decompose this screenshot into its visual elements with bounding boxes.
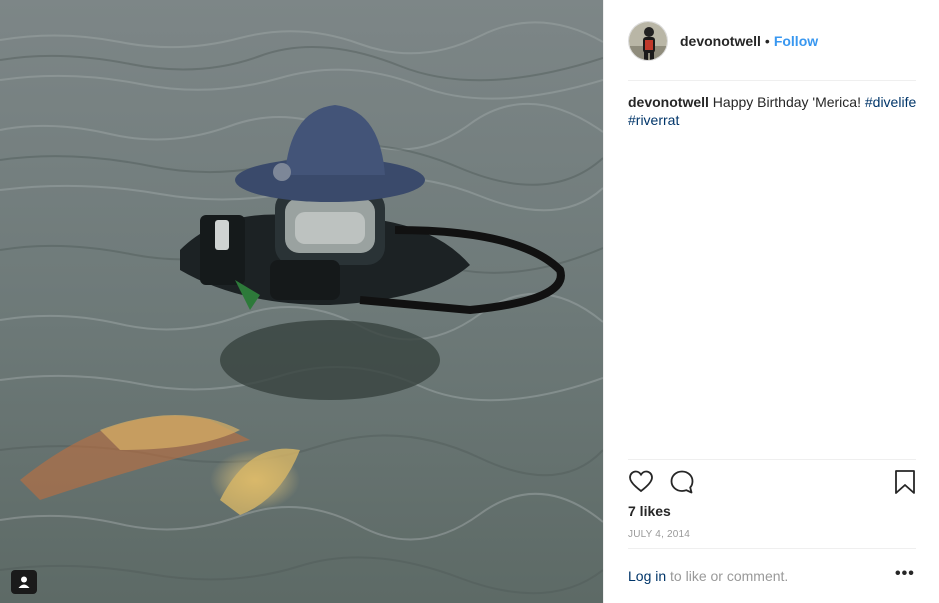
post-details-panel: devonotwell • Follow devonotwell Happy B… bbox=[603, 0, 939, 603]
hashtag-link[interactable]: #riverrat bbox=[628, 112, 679, 128]
caption-text: Happy Birthday 'Merica! bbox=[712, 94, 861, 110]
avatar[interactable] bbox=[628, 21, 668, 61]
actions-divider bbox=[628, 459, 916, 460]
avatar-image bbox=[629, 22, 667, 60]
post-header: devonotwell • Follow bbox=[628, 20, 818, 62]
header-divider bbox=[628, 80, 916, 81]
footer-divider bbox=[628, 548, 916, 549]
comment-bubble-icon[interactable] bbox=[669, 469, 695, 495]
login-suffix: to like or comment. bbox=[666, 568, 789, 584]
caption-username[interactable]: devonotwell bbox=[628, 94, 709, 110]
bookmark-icon[interactable] bbox=[894, 469, 916, 495]
login-link[interactable]: Log in bbox=[628, 568, 666, 584]
user-tag-icon[interactable] bbox=[11, 570, 37, 594]
person-icon bbox=[18, 576, 30, 588]
heart-icon[interactable] bbox=[628, 469, 654, 495]
follow-button[interactable]: Follow bbox=[774, 33, 818, 49]
more-options-button[interactable]: ••• bbox=[895, 565, 915, 583]
likes-count[interactable]: 7 likes bbox=[628, 503, 671, 519]
hashtag-link[interactable]: #divelife bbox=[865, 94, 916, 110]
post-photo[interactable] bbox=[0, 0, 603, 603]
separator-dot: • bbox=[764, 33, 770, 49]
login-prompt: Log in to like or comment. bbox=[628, 568, 916, 584]
header-username[interactable]: devonotwell bbox=[680, 33, 761, 49]
post-actions bbox=[628, 469, 916, 497]
post-date[interactable]: JULY 4, 2014 bbox=[628, 529, 690, 540]
post-caption: devonotwell Happy Birthday 'Merica! #div… bbox=[628, 93, 920, 129]
diver-in-river-image bbox=[0, 0, 603, 603]
